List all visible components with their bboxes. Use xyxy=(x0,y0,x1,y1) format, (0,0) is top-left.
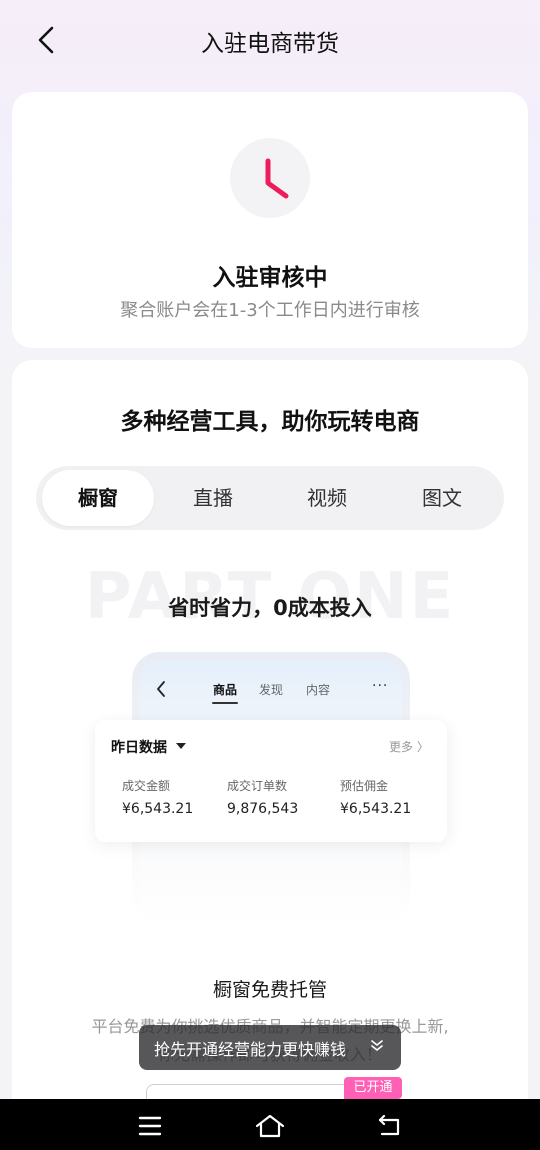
section-heading: 省时省力，0成本投入 xyxy=(168,596,372,620)
metric-label: 预估佣金 xyxy=(340,779,389,793)
return-button[interactable] xyxy=(370,1112,410,1140)
data-card-title: 昨日数据 xyxy=(111,740,167,756)
caret-down-icon xyxy=(176,743,186,749)
phone-tab-content: 内容 xyxy=(306,683,331,697)
phone-back-icon xyxy=(157,681,165,697)
metric-value: ¥6,543.21 xyxy=(122,801,194,817)
tab-live[interactable]: 直播 xyxy=(157,470,269,526)
menu-button[interactable] xyxy=(130,1112,170,1140)
metric-value: ¥6,543.21 xyxy=(340,801,412,817)
tab-graphic[interactable]: 图文 xyxy=(386,470,498,526)
promo-toast-text: 抢先开通经营能力更快赚钱 xyxy=(154,1040,347,1059)
data-card-more: 更多 〉 xyxy=(389,740,429,754)
home-button[interactable] xyxy=(250,1112,290,1140)
page-title: 入驻电商带货 xyxy=(201,31,339,57)
phone-tab-underline xyxy=(212,702,238,704)
tools-title: 多种经营工具，助你玩转电商 xyxy=(120,409,420,435)
tab-video[interactable]: 视频 xyxy=(271,470,383,526)
tab-showcase[interactable]: 橱窗 xyxy=(42,470,154,526)
home-icon xyxy=(255,1114,285,1138)
opened-badge: 已开通 xyxy=(344,1077,402,1099)
clock-icon xyxy=(265,158,289,199)
phone-tab-goods: 商品 xyxy=(213,683,238,697)
metric-label: 成交订单数 xyxy=(227,779,288,793)
phone-tab-discover: 发现 xyxy=(259,683,284,697)
menu-icon xyxy=(138,1116,162,1136)
illustration-fade xyxy=(90,820,450,960)
phone-more-icon: ··· xyxy=(372,678,389,694)
status-title: 入驻审核中 xyxy=(212,265,328,291)
return-icon xyxy=(378,1114,400,1136)
metric-label: 成交金额 xyxy=(122,779,171,793)
double-chevron-down-icon xyxy=(371,1040,383,1051)
clock-icon-container xyxy=(230,138,310,218)
status-subtitle: 聚合账户会在1-3个工作日内进行审核 xyxy=(120,300,420,321)
feature-heading: 橱窗免费托管 xyxy=(212,979,327,1001)
metric-value: 9,876,543 xyxy=(227,801,299,817)
